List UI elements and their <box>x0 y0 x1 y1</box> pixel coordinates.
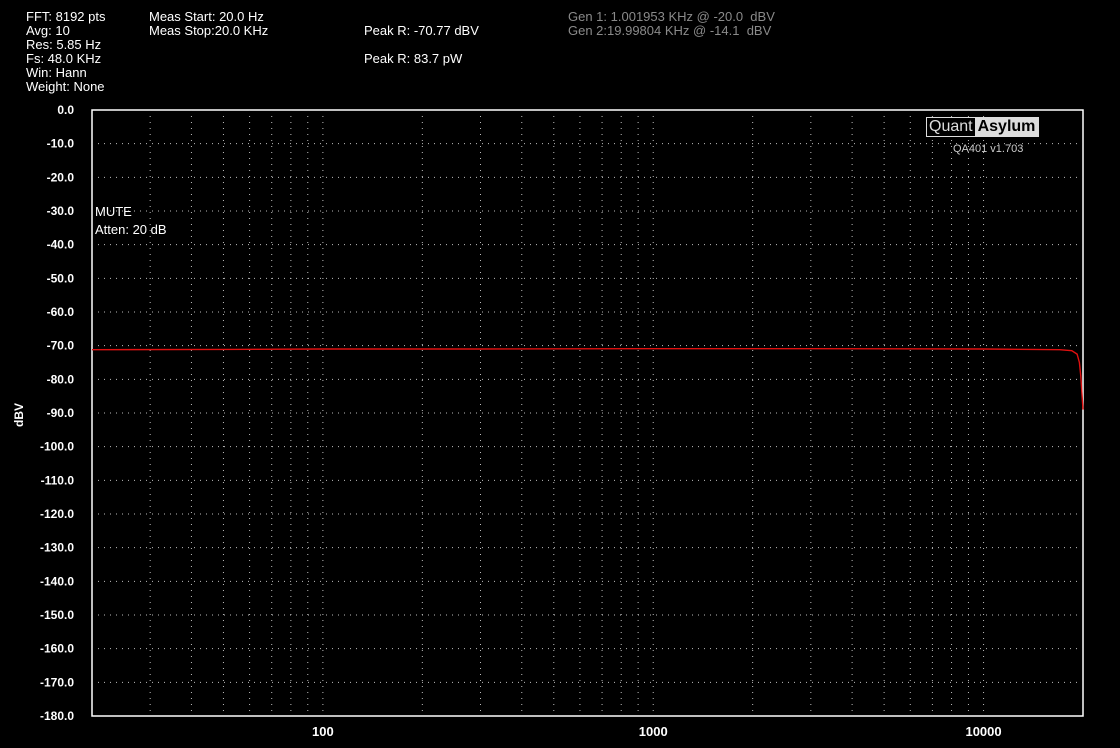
y-tick-label: -120.0 <box>40 507 74 521</box>
logo-asylum: Asylum <box>974 118 1039 136</box>
y-tick-label: -30.0 <box>47 204 75 218</box>
y-tick-label: -20.0 <box>47 170 75 184</box>
y-tick-label: -130.0 <box>40 541 74 555</box>
x-tick-label: 100 <box>312 724 334 739</box>
logo-quant: Quant <box>927 118 975 136</box>
axis-ticks: 0.0 -10.0 -20.0 -30.0 -40.0 -50.0 -60.0 -70.0 -8… <box>40 103 1002 739</box>
peak-dbv: Peak R: -70.77 dBV <box>364 23 479 38</box>
averages: Avg: 10 <box>26 23 70 38</box>
y-tick-label: -170.0 <box>40 675 74 689</box>
y-tick-label: -160.0 <box>40 642 74 656</box>
x-tick-label: 10000 <box>965 724 1001 739</box>
y-tick-label: -60.0 <box>47 305 75 319</box>
y-tick-label: -80.0 <box>47 372 75 386</box>
peak-power: Peak R: 83.7 pW <box>364 51 463 66</box>
mute-label: MUTE <box>95 204 132 219</box>
y-tick-label: -50.0 <box>47 271 75 285</box>
y-tick-label: -140.0 <box>40 574 74 588</box>
meas-stop: Meas Stop:20.0 KHz <box>149 23 269 38</box>
grid <box>92 110 1083 716</box>
resolution: Res: 5.85 Hz <box>26 37 102 52</box>
y-axis-label: dBV <box>12 403 26 427</box>
y-tick-label: -10.0 <box>47 137 75 151</box>
series-line <box>91 348 1084 410</box>
y-tick-label: -150.0 <box>40 608 74 622</box>
atten-label: Atten: 20 dB <box>95 222 167 237</box>
spectrum-chart: 0.0 -10.0 -20.0 -30.0 -40.0 -50.0 -60.0 -70.0 -8… <box>12 103 1084 739</box>
y-tick-label: 0.0 <box>57 103 74 117</box>
x-tick-label: 1000 <box>639 724 668 739</box>
y-tick-label: -90.0 <box>47 406 75 420</box>
y-tick-label: -70.0 <box>47 339 75 353</box>
y-tick-label: -40.0 <box>47 238 75 252</box>
weighting: Weight: None <box>26 79 105 94</box>
series-group <box>91 348 1084 410</box>
plot-area <box>91 109 1084 717</box>
y-tick-label: -180.0 <box>40 709 74 723</box>
sample-rate: Fs: 48.0 KHz <box>26 51 102 66</box>
window-type: Win: Hann <box>26 65 87 80</box>
y-tick-label: -110.0 <box>41 473 75 487</box>
y-tick-label: -100.0 <box>40 440 74 454</box>
gen2-info: Gen 2:19.99804 KHz @ -14.1 dBV <box>568 23 772 38</box>
fft-points: FFT: 8192 pts <box>26 9 106 24</box>
quantasylum-logo: Quant Asylum <box>926 117 1040 137</box>
gen1-info: Gen 1: 1.001953 KHz @ -20.0 dBV <box>568 9 775 24</box>
version-label: QA401 v1.703 <box>953 143 1024 155</box>
meas-start: Meas Start: 20.0 Hz <box>149 9 264 24</box>
